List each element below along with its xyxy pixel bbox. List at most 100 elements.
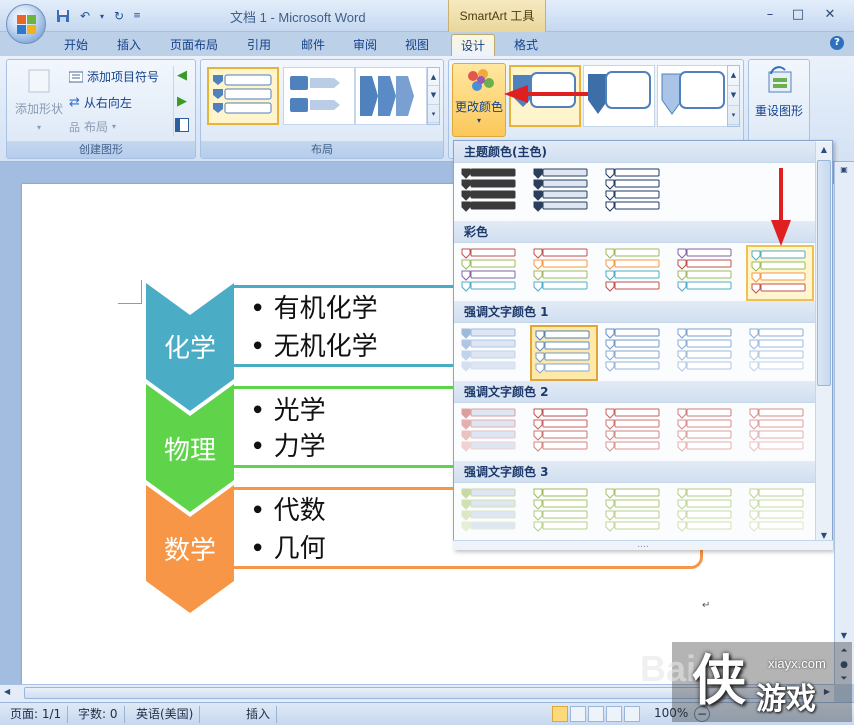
gallery-up-icon[interactable]: ▲ [428,68,439,87]
layout-label: 布局 [84,120,109,134]
right-to-left-button[interactable]: ⇄ 从右向左 [69,94,132,111]
color-variant-option[interactable] [674,405,742,461]
ruler-toggle-icon[interactable]: ▣ [837,162,851,178]
help-icon[interactable]: ? [830,36,844,50]
layout-horizontal-process[interactable] [283,67,355,125]
layout-dropdown-icon: ▾ [112,122,117,131]
color-section-heading: 彩色 [454,221,816,243]
scroll-down-icon[interactable]: ▼ [816,531,832,540]
gallery-resize-grip[interactable]: .... [453,540,833,550]
tab-design[interactable]: 设计 [451,34,495,56]
color-variant-option[interactable] [530,485,598,541]
color-variant-option[interactable] [458,165,526,221]
undo-dropdown-icon[interactable]: ▾ [98,7,106,25]
bullet-text: 代数 [273,496,326,526]
redo-icon[interactable]: ↻ [110,7,128,25]
text-pane-icon[interactable] [175,118,189,132]
color-variant-option[interactable] [674,485,742,541]
color-variant-option[interactable] [530,245,598,301]
smartart-level1-label-1: 化学 [163,334,216,364]
tab-page-layout[interactable]: 页面布局 [162,34,226,56]
layout-chevron-process[interactable] [355,67,427,125]
style-gallery-down-icon[interactable]: ▼ [728,86,739,106]
color-variant-option[interactable] [602,245,670,301]
page-count[interactable]: 页面: 1/1 [4,706,69,723]
draft-view-icon[interactable] [624,706,640,722]
save-icon[interactable] [54,7,72,25]
close-button[interactable]: ✕ [816,4,844,26]
style-gallery-item-2[interactable] [583,65,655,127]
scroll-down-icon[interactable]: ▼ [837,631,851,640]
color-variant-option[interactable] [602,405,670,461]
color-variant-option[interactable] [674,325,742,381]
layout-button[interactable]: 品 布局 ▾ [69,118,116,135]
gallery-more-icon[interactable]: ▾ [428,105,439,124]
color-variant-option[interactable] [602,165,670,221]
web-layout-view-icon[interactable] [588,706,604,722]
style-gallery-item-3[interactable] [657,65,729,127]
print-layout-view-icon[interactable] [552,706,568,722]
style-gallery-up-icon[interactable]: ▲ [728,66,739,86]
tab-home[interactable]: 开始 [55,34,97,56]
tab-view[interactable]: 视图 [396,34,438,56]
add-bullet-button[interactable]: 添加项目符号 [69,68,159,85]
bullet-text: 力学 [273,432,326,462]
office-button[interactable] [6,4,46,44]
color-variant-option[interactable] [458,245,526,301]
word-count[interactable]: 字数: 0 [72,706,125,723]
tab-format[interactable]: 格式 [504,34,548,56]
divider [173,66,174,136]
tab-references[interactable]: 引用 [238,34,280,56]
maximize-button[interactable]: □ [784,4,812,26]
customize-qat-icon[interactable]: ≡ [132,7,142,25]
smartart-bullet: • 有机化学 [250,294,378,324]
right-to-left-icon: ⇄ [69,95,80,110]
language-indicator[interactable]: 英语(美国) [130,706,201,723]
scroll-left-icon[interactable]: ◀ [4,687,10,696]
color-variant-option[interactable] [530,325,598,381]
layout-vertical-chevron-list[interactable] [207,67,279,125]
right-to-left-label: 从右向左 [83,96,132,110]
paragraph-mark: ↵ [702,600,711,611]
color-gallery-scrollbar[interactable]: ▲ ▼ [815,142,832,540]
full-screen-reading-view-icon[interactable] [570,706,586,722]
color-variant-option[interactable] [458,485,526,541]
color-variant-option[interactable] [458,405,526,461]
window-title: 文档 1 - Microsoft Word [230,10,366,25]
style-gallery-scroll[interactable]: ▲ ▼ ▾ [727,65,740,127]
gallery-down-icon[interactable]: ▼ [428,86,439,105]
vertical-scrollbar[interactable]: ▣ ▼ ⏶ ● ⏷ [834,162,854,684]
smartart-bullet: • 代数 [250,496,326,526]
color-variant-option[interactable] [746,405,814,461]
scroll-thumb[interactable] [817,160,831,386]
style-gallery-more-icon[interactable]: ▾ [728,106,739,126]
office-logo-icon [17,15,37,35]
tab-review[interactable]: 审阅 [344,34,386,56]
minimize-button[interactable]: – [756,4,784,26]
layout-gallery-scroll[interactable]: ▲ ▼ ▾ [427,67,440,125]
add-shape-button[interactable]: 添加形状 ▾ [15,68,63,132]
color-section-heading: 强调文字颜色 2 [454,381,816,403]
insert-mode-indicator[interactable]: 插入 [240,706,278,723]
bullet-text: 有机化学 [273,294,378,324]
change-colors-button[interactable]: 更改颜色 ▾ [452,63,506,137]
scroll-up-icon[interactable]: ▲ [816,142,832,158]
color-variant-option[interactable] [746,325,814,381]
undo-icon[interactable]: ↶ [76,7,94,25]
color-variant-option[interactable] [746,485,814,541]
color-variant-option[interactable] [530,405,598,461]
color-variant-option[interactable] [746,245,814,301]
color-variant-option[interactable] [674,245,742,301]
tab-insert[interactable]: 插入 [108,34,150,56]
color-variant-option[interactable] [602,325,670,381]
reset-graphic-button[interactable]: 重设图形 [751,64,807,124]
color-variant-option[interactable] [458,325,526,381]
demote-icon[interactable]: ▶ [177,94,187,109]
smartart-bullet: • 力学 [250,432,326,462]
promote-icon[interactable]: ◀ [177,68,187,83]
color-variant-option[interactable] [530,165,598,221]
color-variant-option[interactable] [602,485,670,541]
outline-view-icon[interactable] [606,706,622,722]
bullet-text: 几何 [273,534,326,564]
tab-mailings[interactable]: 邮件 [292,34,334,56]
